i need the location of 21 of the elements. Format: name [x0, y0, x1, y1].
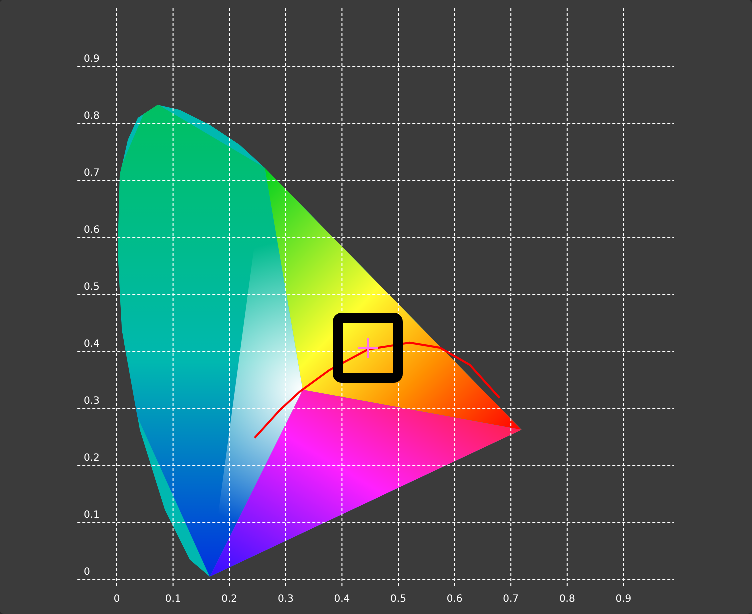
x-tick-label: 0.5: [390, 594, 406, 605]
x-tick-label: 0.4: [334, 594, 350, 605]
x-tick-label: 0.3: [278, 594, 294, 605]
x-tick-label: 0: [114, 594, 120, 605]
x-tick-label: 0.1: [165, 594, 182, 605]
y-tick-label: 0.9: [84, 54, 100, 65]
y-tick-label: 0.2: [84, 453, 100, 464]
x-tick-label: 0.2: [222, 594, 238, 605]
y-tick-label: 0.5: [84, 282, 100, 293]
y-tick-label: 0.1: [84, 510, 100, 521]
x-tick-label: 0.9: [616, 594, 632, 605]
y-tick-label: 0.3: [84, 396, 100, 407]
y-tick-label: 0.6: [84, 225, 100, 236]
x-tick-label: 0.6: [446, 594, 463, 605]
y-tick-label: 0.7: [84, 168, 100, 179]
x-tick-label: 0.8: [559, 594, 576, 605]
y-tick-label: 0: [84, 567, 90, 578]
x-tick-label: 0.7: [503, 594, 520, 605]
y-tick-label: 0.8: [84, 111, 100, 122]
y-tick-label: 0.4: [84, 339, 100, 350]
marker-box: [333, 313, 403, 383]
